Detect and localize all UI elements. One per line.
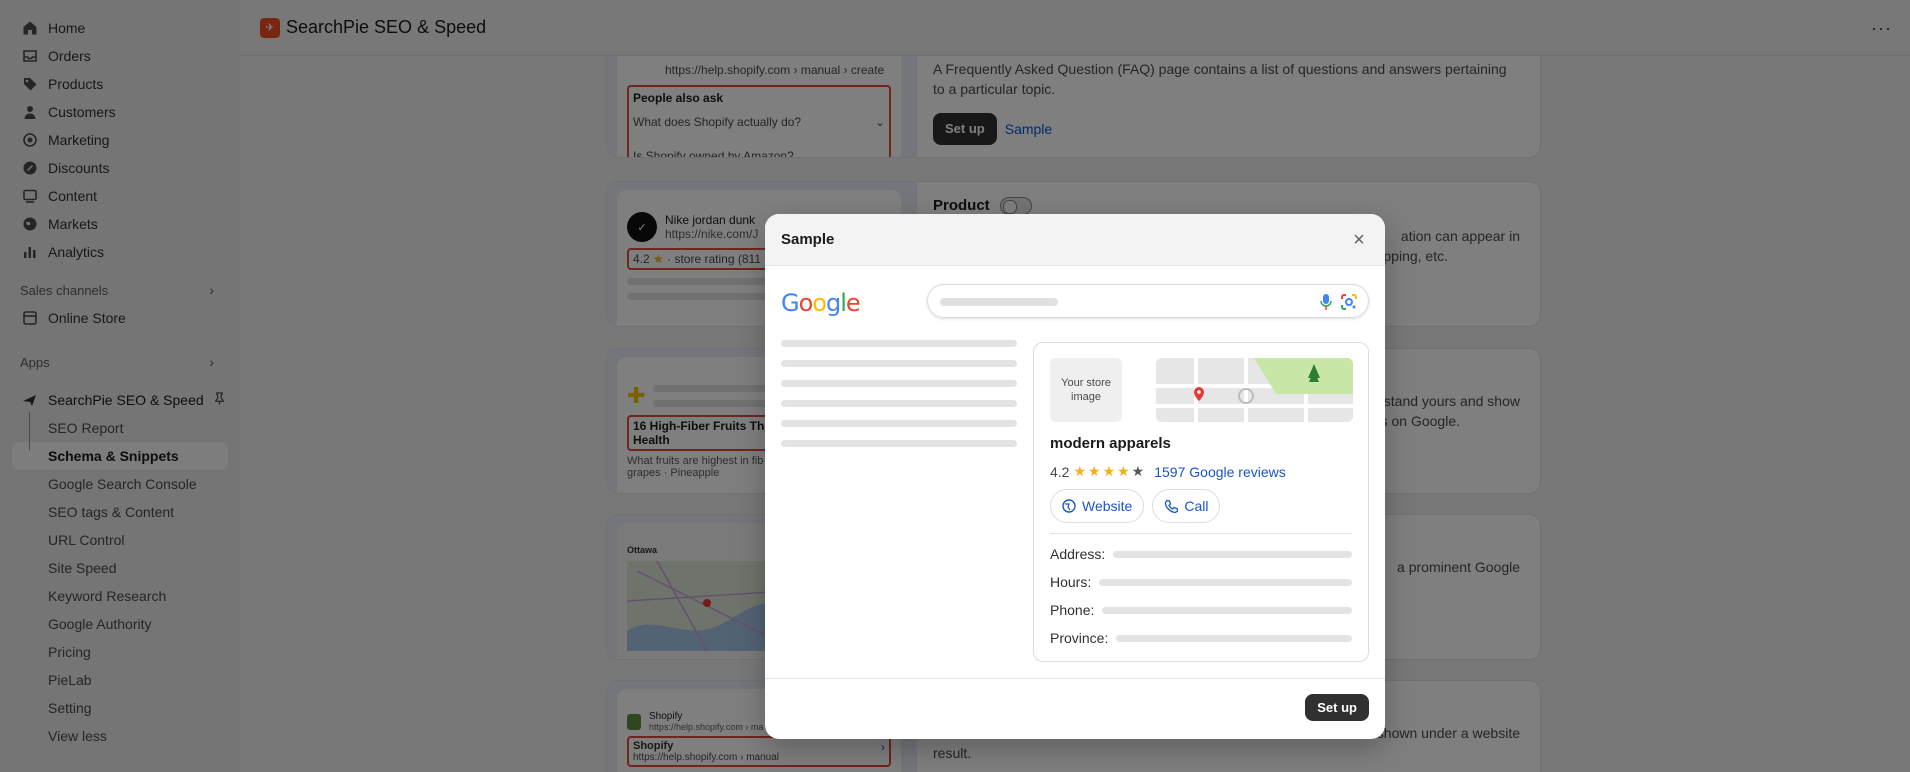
placeholder-bar	[781, 440, 1017, 447]
province-row: Province:	[1050, 630, 1352, 646]
website-button[interactable]: Website	[1050, 489, 1145, 523]
placeholder-bar	[1116, 634, 1352, 642]
address-label: Address:	[1050, 546, 1106, 562]
placeholder-bar	[1099, 578, 1352, 586]
business-rating: 4.2 ★★★★★ 1597 Google reviews	[1050, 463, 1286, 480]
panel-divider	[1050, 533, 1352, 534]
phone-label: Phone:	[1050, 602, 1095, 618]
placeholder-bar	[781, 340, 1017, 347]
microphone-icon[interactable]	[1318, 293, 1334, 311]
google-lens-icon[interactable]	[1340, 293, 1358, 311]
sample-modal: Sample × Google Your store image modern …	[765, 214, 1385, 739]
province-label: Province:	[1050, 630, 1109, 646]
map-thumbnail	[1156, 358, 1353, 422]
placeholder-bar	[781, 420, 1017, 427]
modal-header: Sample	[765, 214, 1385, 266]
address-row: Address:	[1050, 546, 1352, 562]
call-button[interactable]: Call	[1152, 489, 1221, 523]
phone-icon	[1165, 499, 1179, 513]
business-name: modern apparels	[1050, 435, 1171, 452]
placeholder-bar	[1113, 550, 1352, 558]
website-label: Website	[1082, 498, 1133, 514]
modal-setup-button[interactable]: Set up	[1305, 694, 1369, 721]
call-label: Call	[1184, 498, 1209, 514]
search-placeholder-bar	[940, 298, 1058, 306]
knowledge-panel: Your store image modern apparels 4.2 ★★★…	[1033, 342, 1369, 662]
placeholder-bar	[781, 380, 1017, 387]
search-results-placeholder	[781, 340, 1017, 460]
modal-title: Sample	[781, 231, 835, 248]
google-search-bar[interactable]	[927, 284, 1369, 318]
modal-footer: Set up	[765, 678, 1385, 739]
google-logo: Google	[781, 289, 861, 317]
store-image-placeholder: Your store image	[1050, 358, 1122, 422]
hours-row: Hours:	[1050, 574, 1352, 590]
rating-value: 4.2	[1050, 463, 1070, 480]
reviews-link[interactable]: 1597 Google reviews	[1154, 464, 1286, 480]
globe-icon	[1062, 499, 1076, 513]
star-rating-icon: ★★★★★	[1073, 463, 1147, 479]
placeholder-bar	[781, 360, 1017, 367]
placeholder-bar	[781, 400, 1017, 407]
placeholder-bar	[1102, 606, 1352, 614]
hours-label: Hours:	[1050, 574, 1092, 590]
close-icon[interactable]: ×	[1349, 230, 1369, 250]
phone-row: Phone:	[1050, 602, 1352, 618]
